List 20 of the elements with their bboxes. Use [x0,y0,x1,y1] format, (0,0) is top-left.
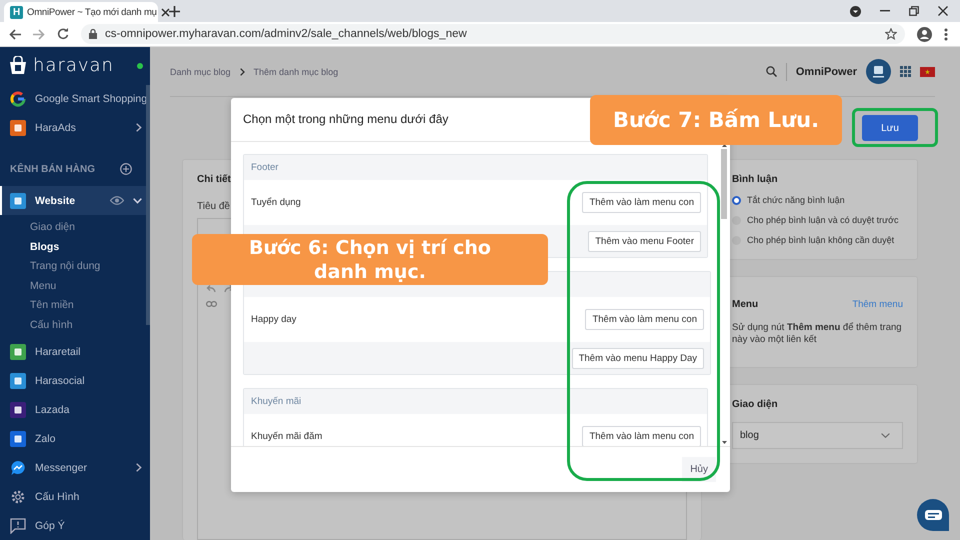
tab-title: OmniPower ~ Tạo mới danh mụ [27,6,157,18]
callout-label: Bước 7: Bấm Lưu. [590,95,842,145]
card-title: Menu [732,299,758,310]
card-title: Giao diện [732,398,779,410]
callout-label: Bước 6: Chọn vị trí cho danh mục. [192,234,548,285]
section-heading: KÊNH BÁN HÀNG [10,164,95,175]
field-label: Tiêu đề [197,201,230,212]
menu-item-label: Tuyển dụng [251,197,301,208]
card-title: Bình luận [732,174,779,185]
favicon-icon: H [10,6,23,18]
help-text: Sử dụng nút Thêm menu để thêm trang này vào một liên kết [732,322,903,347]
group-heading: Khuyến mãi [251,396,302,407]
radio-label: Tắt chức năng bình luận [747,195,845,205]
logo: haravan [33,55,114,76]
menu-item-label: Khuyến mãi đăm [251,431,322,442]
breadcrumb-current: Thêm danh mục blog [254,66,338,76]
group-heading: Footer [251,162,278,173]
menu-item-label: Happy day [251,314,296,325]
card-title: Chi tiết [197,174,231,185]
url-text: cs-omnipower.myharavan.com/adminv2/sale_channels/web/blogs_new [105,28,467,40]
